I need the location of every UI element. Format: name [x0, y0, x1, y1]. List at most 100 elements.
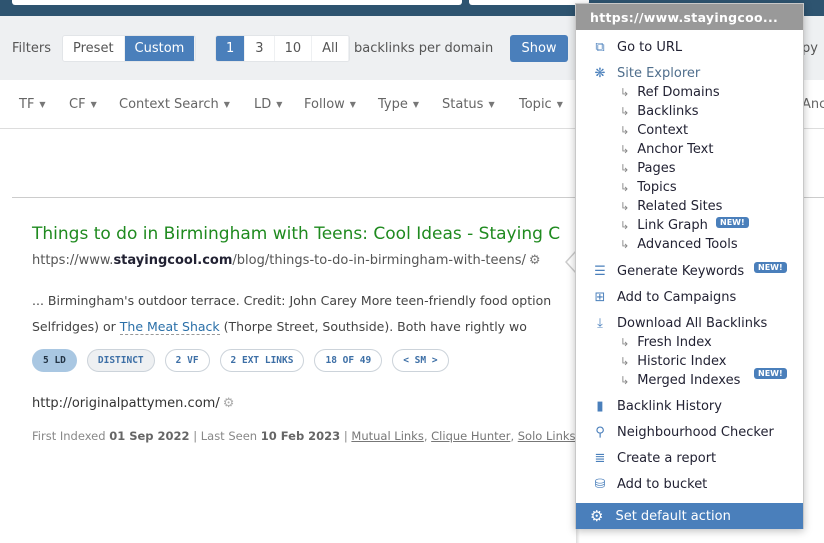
sub-arrow-icon: ↳: [620, 219, 630, 232]
copy-button-partial[interactable]: py: [802, 41, 818, 56]
gear-icon[interactable]: ⚙: [529, 253, 541, 268]
menu-set-default-action[interactable]: ⚙ Set default action: [576, 503, 803, 529]
menu-ref-domains[interactable]: ↳ Ref Domains: [620, 85, 720, 100]
filter-cf[interactable]: CF ▼: [69, 97, 97, 112]
clique-hunter-link[interactable]: Clique Hunter: [431, 429, 510, 443]
bar-chart-icon: ▮: [596, 399, 604, 414]
preset-button[interactable]: Preset: [63, 36, 125, 61]
chip-vf[interactable]: 2 VF: [164, 349, 210, 372]
menu-context[interactable]: ↳ Context: [620, 123, 688, 138]
caret-down-icon: ▼: [349, 100, 356, 109]
custom-button[interactable]: Custom: [124, 36, 196, 61]
filter-topic[interactable]: Topic ▼: [519, 97, 563, 112]
filter-type-label: Type: [378, 97, 408, 112]
mutual-links-link[interactable]: Mutual Links: [351, 429, 423, 443]
result-snippet: ... Birmingham's outdoor terrace. Credit…: [32, 288, 551, 340]
result-url[interactable]: https://www.stayingcool.com/blog/things-…: [32, 253, 541, 268]
menu-related-sites[interactable]: ↳ Related Sites: [620, 199, 722, 214]
show-button[interactable]: Show: [510, 35, 568, 62]
filter-topic-label: Topic: [519, 97, 552, 112]
target-url[interactable]: http://originalpattymen.com/⚙: [32, 396, 234, 411]
gear-icon[interactable]: ⚙: [223, 396, 235, 411]
related-sites-label: Related Sites: [637, 199, 723, 214]
menu-link-graph[interactable]: ↳ Link Graph: [620, 218, 708, 233]
chip-ext-links[interactable]: 2 EXT LINKS: [219, 349, 305, 372]
per-domain-3[interactable]: 3: [245, 36, 275, 61]
chip-position[interactable]: 18 OF 49: [314, 349, 383, 372]
per-domain-label: backlinks per domain: [354, 41, 494, 56]
caret-down-icon: ▼: [39, 100, 46, 109]
topics-label: Topics: [637, 180, 677, 195]
chip-ld[interactable]: 5 LD: [32, 349, 77, 372]
filter-status-label: Status: [442, 97, 484, 112]
solo-links-link[interactable]: Solo Links: [518, 429, 576, 443]
menu-generate-keywords[interactable]: ☰ Generate Keywords: [592, 264, 744, 279]
sub-arrow-icon: ↳: [620, 86, 630, 99]
context-label: Context: [637, 123, 689, 138]
per-domain-all[interactable]: All: [312, 36, 350, 61]
url-prefix: https://www.: [32, 253, 114, 268]
search-input[interactable]: [12, 0, 462, 5]
advanced-tools-label: Advanced Tools: [637, 237, 738, 252]
menu-create-report[interactable]: ≣ Create a report: [592, 451, 717, 466]
bucket-icon: ⛁: [594, 477, 606, 492]
menu-backlink-history[interactable]: ▮ Backlink History: [592, 399, 722, 414]
menu-topics[interactable]: ↳ Topics: [620, 180, 677, 195]
backlinks-label: Backlinks: [637, 104, 699, 119]
menu-historic-index[interactable]: ↳ Historic Index: [620, 354, 726, 369]
filter-ld[interactable]: LD ▼: [254, 97, 282, 112]
set-default-label: Set default action: [615, 508, 731, 524]
menu-anchor-text[interactable]: ↳ Anchor Text: [620, 142, 713, 157]
filter-type[interactable]: Type ▼: [378, 97, 419, 112]
menu-backlinks[interactable]: ↳ Backlinks: [620, 104, 699, 119]
menu-site-explorer[interactable]: ❋ Site Explorer: [592, 66, 701, 81]
snippet-line-2-post: (Thorpe Street, Southside). Both have ri…: [219, 319, 527, 334]
sub-arrow-icon: ↳: [620, 143, 630, 156]
filter-mode-toggle: Preset Custom: [62, 35, 197, 62]
sub-arrow-icon: ↳: [620, 105, 630, 118]
gear-icon: ⚙: [590, 507, 604, 525]
go-to-url-label: Go to URL: [617, 40, 683, 55]
menu-add-to-bucket[interactable]: ⛁ Add to bucket: [592, 477, 708, 492]
filter-context-search[interactable]: Context Search ▼: [119, 97, 230, 112]
menu-download-all[interactable]: ⤓ Download All Backlinks: [592, 316, 767, 331]
ref-domains-label: Ref Domains: [637, 85, 720, 100]
menu-fresh-index[interactable]: ↳ Fresh Index: [620, 335, 712, 350]
link-graph-label: Link Graph: [637, 218, 708, 233]
per-domain-1[interactable]: 1: [216, 36, 246, 61]
filter-context-search-label: Context Search: [119, 97, 219, 112]
sub-arrow-icon: ↳: [620, 374, 630, 387]
create-report-label: Create a report: [617, 451, 717, 466]
site-explorer-label: Site Explorer: [617, 66, 701, 81]
anchor-link[interactable]: The Meat Shack: [119, 319, 220, 335]
menu-neighbourhood-checker[interactable]: ⚲ Neighbourhood Checker: [592, 425, 774, 440]
filters-label: Filters: [12, 41, 51, 56]
first-indexed-date: 01 Sep 2022: [109, 429, 190, 443]
add-campaign-icon: ⊞: [594, 290, 606, 305]
generate-keywords-label: Generate Keywords: [617, 264, 745, 279]
snippet-line-2-pre: Selfridges) or: [32, 319, 120, 334]
menu-go-to-url[interactable]: ⧉ Go to URL: [592, 40, 682, 55]
secondary-input[interactable]: [469, 0, 589, 5]
filter-cf-label: CF: [69, 97, 86, 112]
sub-arrow-icon: ↳: [620, 200, 630, 213]
menu-merged-indexes[interactable]: ↳ Merged Indexes: [620, 373, 740, 388]
per-domain-toggle: 1 3 10 All: [215, 35, 351, 62]
sub-arrow-icon: ↳: [620, 336, 630, 349]
result-title-link[interactable]: Things to do in Birmingham with Teens: C…: [32, 224, 560, 244]
filter-follow[interactable]: Follow ▼: [304, 97, 356, 112]
url-domain: stayingcool.com: [113, 253, 233, 268]
chip-distinct[interactable]: DISTINCT: [86, 349, 155, 372]
sub-arrow-icon: ↳: [620, 162, 630, 175]
menu-pages[interactable]: ↳ Pages: [620, 161, 675, 176]
filter-tf-label: TF: [19, 97, 35, 112]
per-domain-10[interactable]: 10: [275, 36, 313, 61]
chip-sm[interactable]: < SM >: [392, 349, 449, 372]
filter-anchor[interactable]: Anc: [802, 97, 824, 112]
add-to-campaigns-label: Add to Campaigns: [617, 290, 737, 305]
filter-status[interactable]: Status ▼: [442, 97, 495, 112]
filter-tf[interactable]: TF ▼: [19, 97, 46, 112]
menu-advanced-tools[interactable]: ↳ Advanced Tools: [620, 237, 738, 252]
menu-add-to-campaigns[interactable]: ⊞ Add to Campaigns: [592, 290, 737, 305]
keywords-icon: ☰: [594, 264, 606, 279]
